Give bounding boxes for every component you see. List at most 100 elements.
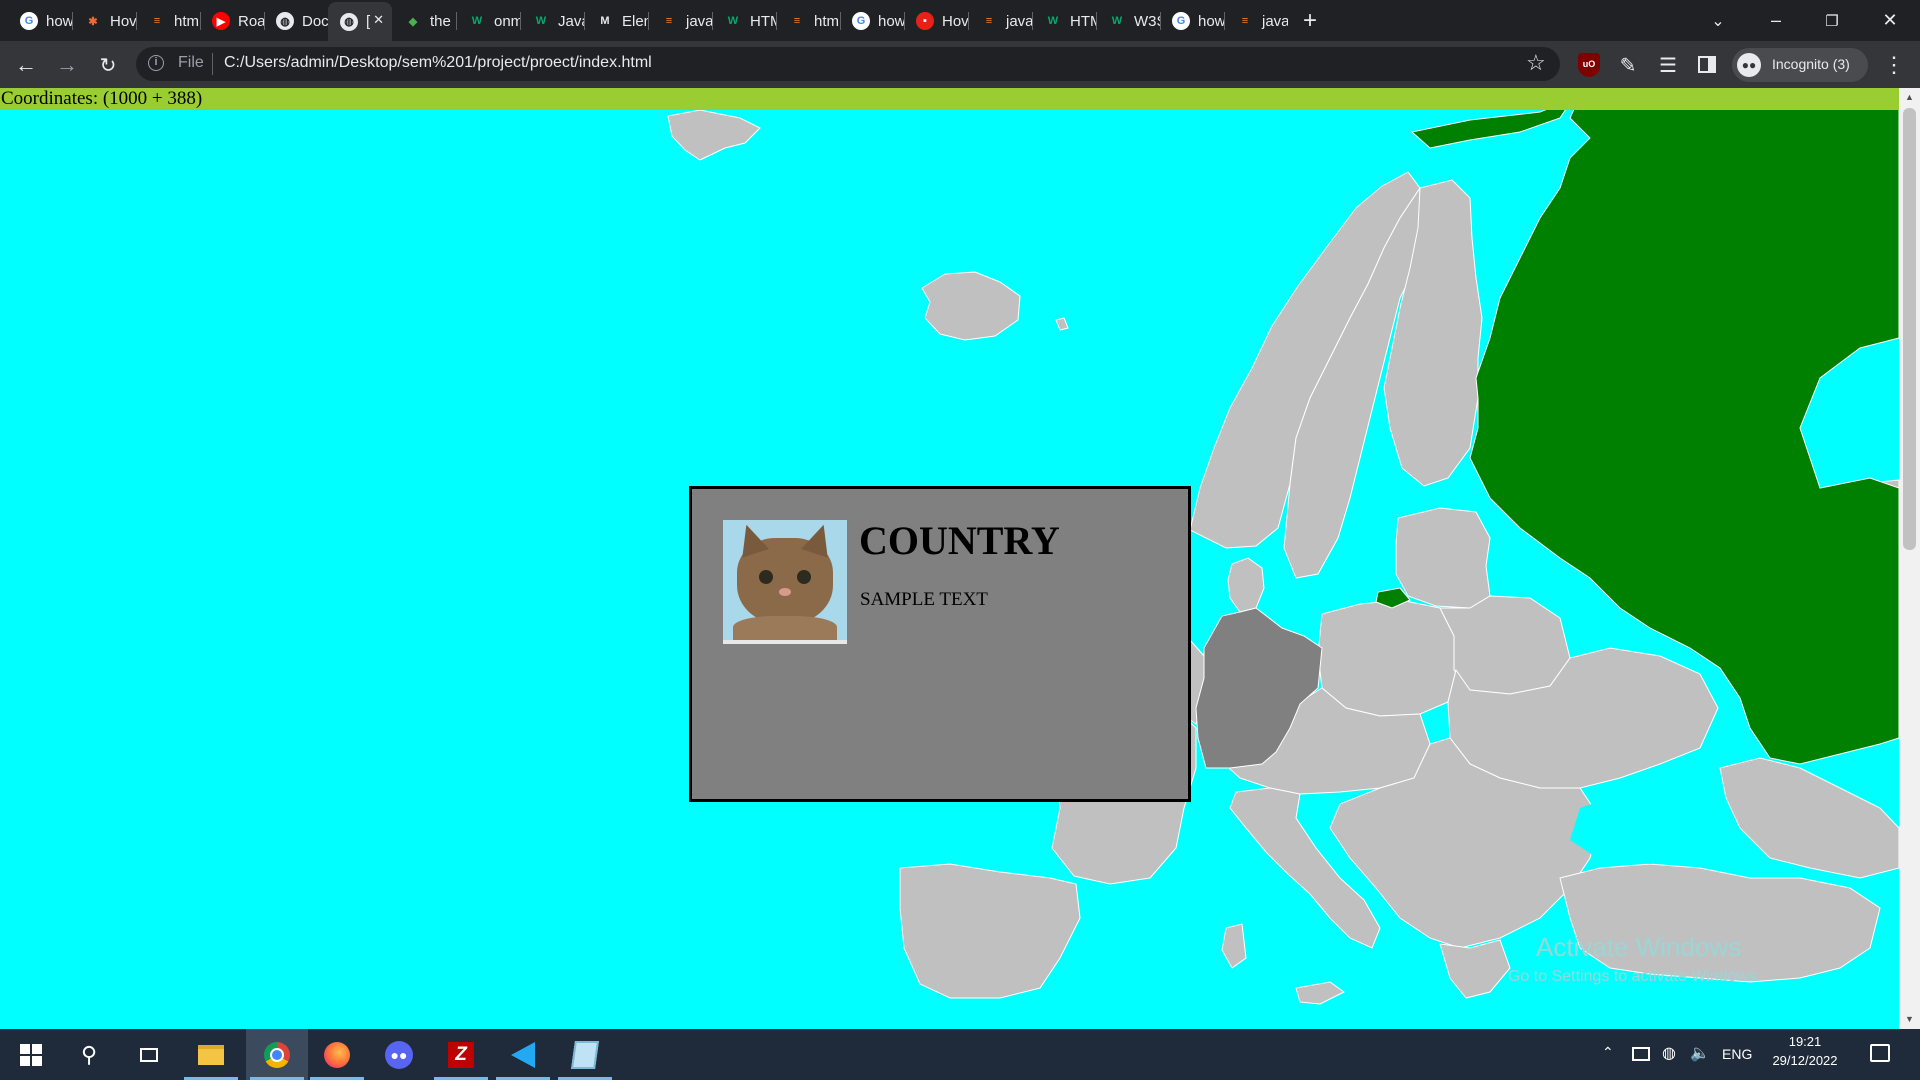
task-view-icon[interactable] xyxy=(118,1029,180,1080)
tray-overflow-icon[interactable]: ⌃ xyxy=(1602,1044,1614,1061)
browser-tab[interactable]: W HTM xyxy=(712,6,776,36)
tab-title: HTM xyxy=(750,12,776,30)
filezilla-icon[interactable]: Z xyxy=(430,1029,492,1080)
browser-tab[interactable]: ▶ Roa xyxy=(200,6,264,36)
tab-title: java xyxy=(686,12,712,30)
stackoverflow-icon: ≡ xyxy=(793,15,801,27)
minimize-button[interactable]: – xyxy=(1748,0,1804,41)
w3schools-icon: W xyxy=(1111,15,1123,27)
caucasus-region[interactable] xyxy=(1719,757,1899,879)
stackoverflow-icon: ≡ xyxy=(985,15,993,27)
info-icon[interactable]: i xyxy=(148,55,164,71)
tab-title: Hov xyxy=(942,12,968,30)
browser-tab[interactable]: ≡ java xyxy=(968,6,1032,36)
browser-tab[interactable]: Ghow xyxy=(8,6,72,36)
browser-tab[interactable]: W HTM xyxy=(1032,6,1096,36)
browser-tab[interactable]: ◍ [✕ xyxy=(328,2,392,41)
extensions-icon[interactable]: ✎ xyxy=(1612,49,1644,81)
stackoverflow-icon: ≡ xyxy=(1241,15,1249,27)
youtube-icon: ▶ xyxy=(212,12,230,30)
notifications-icon[interactable] xyxy=(1870,1044,1890,1062)
tab-title: onm xyxy=(494,12,520,30)
svalbard-region[interactable] xyxy=(667,109,761,161)
scrollbar-thumb[interactable] xyxy=(1903,108,1916,550)
tab-close-icon[interactable]: ✕ xyxy=(373,12,384,28)
vscode-icon[interactable] xyxy=(492,1029,554,1080)
incognito-icon: ●● xyxy=(1737,53,1761,77)
browser-tab[interactable]: ◍ Doc xyxy=(264,6,328,36)
poland-region[interactable] xyxy=(1317,599,1457,717)
reload-button[interactable]: ↻ xyxy=(92,49,124,81)
globe-icon: ◍ xyxy=(340,12,358,31)
browser-tab[interactable]: W Java xyxy=(520,6,584,36)
page-scrollbar[interactable]: ▲ ▼ xyxy=(1899,88,1920,1029)
turkey-region[interactable] xyxy=(1559,863,1881,983)
page-viewport: Activate Windows Go to Settings to activ… xyxy=(0,88,1899,1029)
volume-icon[interactable]: 🔈 xyxy=(1690,1043,1710,1063)
globe-icon: ◍ xyxy=(276,12,294,30)
new-tab-button[interactable]: + xyxy=(1292,0,1328,41)
black-sea xyxy=(1570,788,1730,864)
chrome-icon[interactable] xyxy=(246,1029,308,1080)
incognito-profile-button[interactable]: ●● Incognito (3) xyxy=(1732,48,1868,82)
restore-button[interactable]: ❐ xyxy=(1804,0,1860,41)
browser-tab[interactable]: W W3S xyxy=(1096,6,1160,36)
country-image xyxy=(723,520,847,644)
start-icon[interactable] xyxy=(0,1029,62,1080)
browser-tab[interactable]: ◆ the xyxy=(392,6,456,36)
media-control-icon[interactable]: ☰ xyxy=(1652,49,1684,81)
greece-region[interactable] xyxy=(1439,939,1511,999)
bookmark-star-icon[interactable]: ☆ xyxy=(1526,50,1546,76)
tab-search-icon[interactable]: ⌄ xyxy=(1690,0,1746,41)
faroe-region[interactable] xyxy=(1055,317,1069,331)
wifi-icon[interactable]: ◍ xyxy=(1662,1043,1676,1063)
close-window-button[interactable]: ✕ xyxy=(1862,0,1918,41)
search-icon[interactable]: ⚲ xyxy=(58,1029,120,1080)
clock-time: 19:21 xyxy=(1788,1034,1822,1049)
tab-title: Doc xyxy=(302,12,328,30)
menu-kebab-icon[interactable]: ⋮ xyxy=(1878,49,1910,81)
clock[interactable]: 19:21 29/12/2022 xyxy=(1770,1034,1840,1068)
browser-tab[interactable]: M Elen xyxy=(584,6,648,36)
tab-title: how xyxy=(1198,12,1224,30)
windows-taskbar: ⚲ ●● Z ⌃ ◍ 🔈 ENG 19:21 29/12/2022 xyxy=(0,1029,1920,1080)
browser-tab[interactable]: Ghow xyxy=(840,6,904,36)
browser-tab[interactable]: ✱ Hov xyxy=(72,6,136,36)
coordinates-text: Coordinates: (1000 + 388) xyxy=(1,88,203,109)
tab-title: htm xyxy=(174,12,200,30)
browser-tab[interactable]: ≡ java xyxy=(648,6,712,36)
w3schools-icon: W xyxy=(1047,15,1059,27)
scroll-down-arrow[interactable]: ▼ xyxy=(1905,1014,1914,1024)
forward-button[interactable]: → xyxy=(51,49,83,81)
ublock-icon[interactable]: uO xyxy=(1578,53,1600,77)
iceland-region[interactable] xyxy=(921,271,1021,341)
back-button[interactable]: ← xyxy=(10,49,42,81)
address-bar[interactable]: i File C:/Users/admin/Desktop/sem%201/pr… xyxy=(136,47,1560,81)
notepad-icon[interactable] xyxy=(554,1029,616,1080)
tab-strip: Ghow✱Hov≡htm▶Roa◍Doc◍[✕◆theWonmWJavaMEle… xyxy=(0,0,1920,41)
browser-tab[interactable]: ≡ htm xyxy=(776,6,840,36)
browser-tab[interactable]: Wonm xyxy=(456,6,520,36)
denmark-region[interactable] xyxy=(1227,557,1265,613)
scroll-up-arrow[interactable]: ▲ xyxy=(1905,92,1914,102)
browser-tab[interactable]: ▪ Hov xyxy=(904,6,968,36)
browser-tab[interactable]: ≡ java xyxy=(1224,6,1288,36)
file-explorer-icon[interactable] xyxy=(180,1029,242,1080)
language-indicator[interactable]: ENG xyxy=(1722,1046,1752,1062)
country-title: COUNTRY xyxy=(859,518,1060,563)
battery-icon[interactable] xyxy=(1632,1047,1650,1061)
baltics-region[interactable] xyxy=(1395,507,1491,609)
url-text[interactable]: C:/Users/admin/Desktop/sem%201/project/p… xyxy=(224,54,652,72)
browser-tab[interactable]: Ghow xyxy=(1160,6,1224,36)
tab-title: Roa xyxy=(238,12,264,30)
tab-title: [ xyxy=(366,13,371,30)
discord-icon[interactable]: ●● xyxy=(368,1029,430,1080)
sardinia-region[interactable] xyxy=(1221,923,1247,969)
side-panel-icon[interactable] xyxy=(1698,56,1716,73)
iberia-region[interactable] xyxy=(899,863,1081,999)
sicily-region[interactable] xyxy=(1295,981,1345,1005)
clock-date: 29/12/2022 xyxy=(1772,1053,1838,1068)
firefox-icon[interactable] xyxy=(306,1029,368,1080)
tab-title: Hov xyxy=(110,12,136,30)
browser-tab[interactable]: ≡ htm xyxy=(136,6,200,36)
